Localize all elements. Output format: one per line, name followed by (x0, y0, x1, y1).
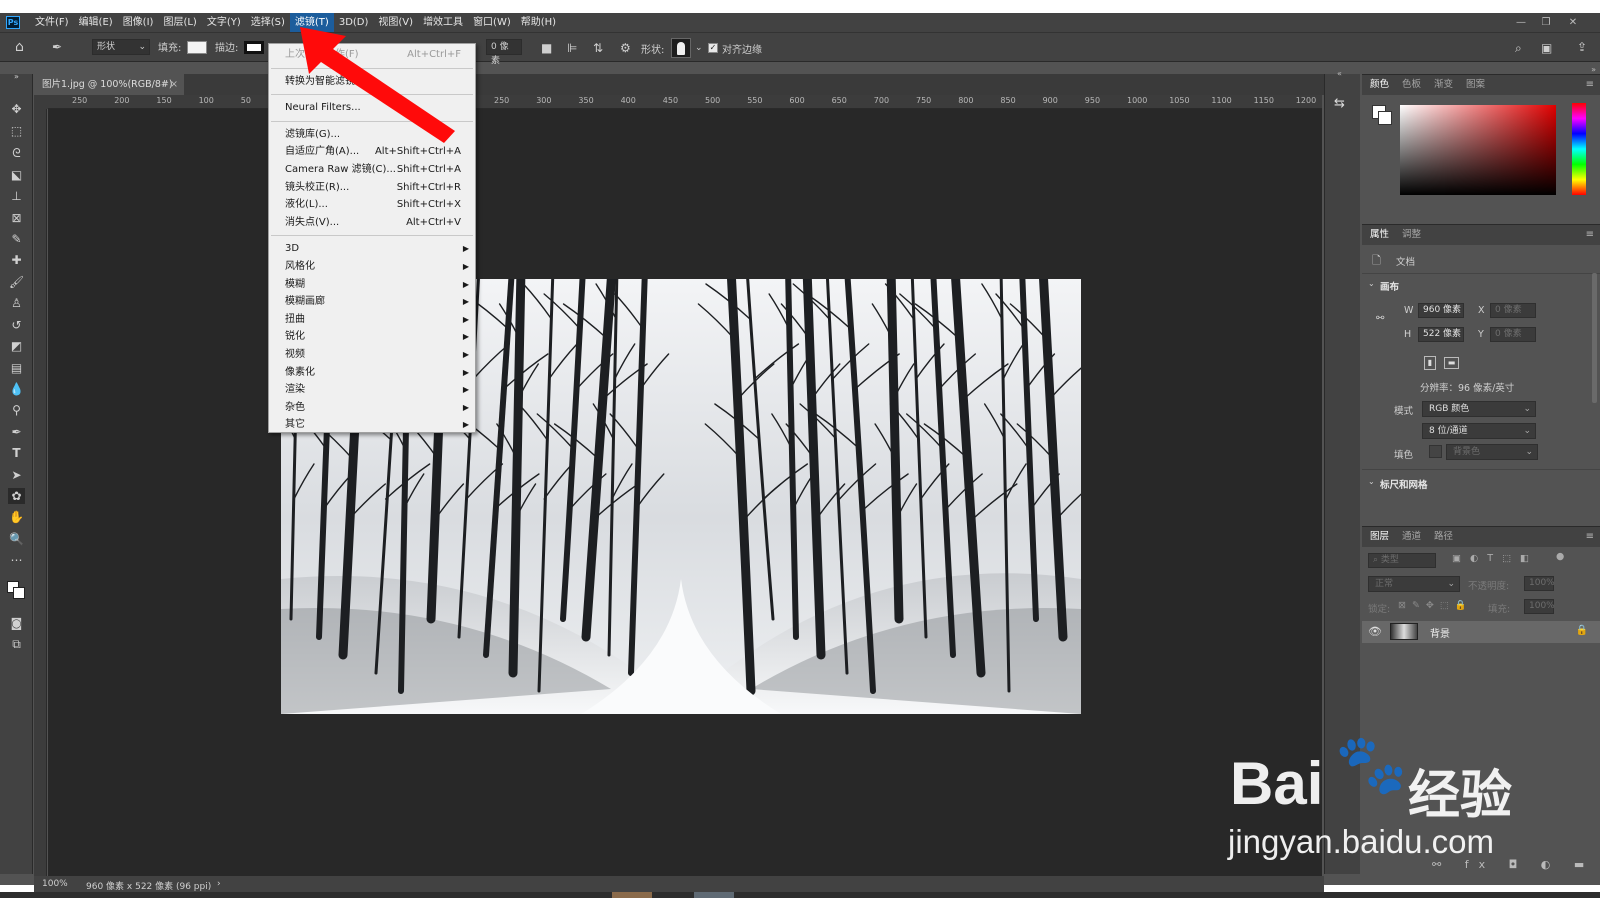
red-arrow-icon (300, 27, 455, 143)
watermark-brand-left: Bai (1230, 750, 1324, 817)
watermark-brand-right: 经验 (1408, 767, 1513, 825)
watermark-url: jingyan.baidu.com (1228, 823, 1494, 860)
photoshop-window: Ps 文件(F) 编辑(E) 图像(I) 图层(L) 文字(Y) 选择(S) 滤… (0, 13, 1600, 898)
baidu-paw-logo: 🐾 (1335, 732, 1408, 797)
